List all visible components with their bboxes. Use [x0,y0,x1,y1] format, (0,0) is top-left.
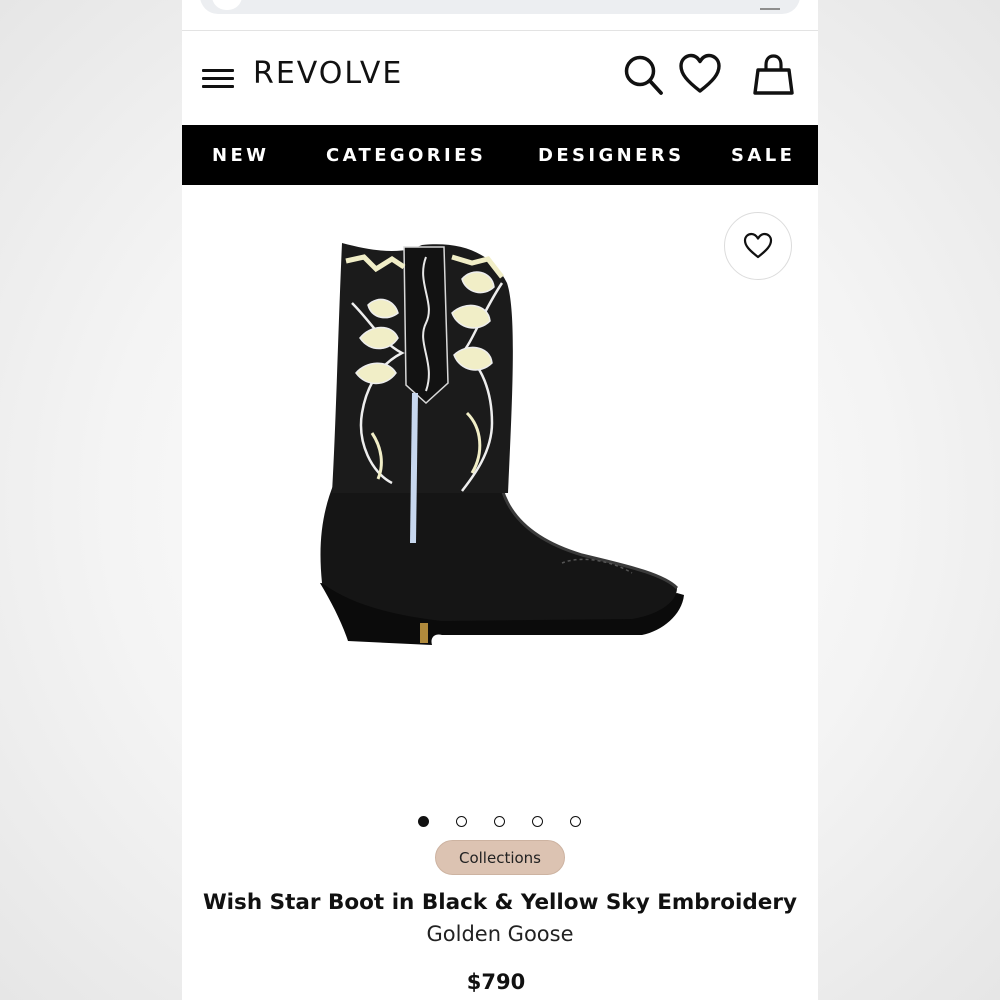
search-icon[interactable] [623,53,665,99]
browser-address-area [182,0,818,31]
nav-item-designers[interactable]: DESIGNERS [538,145,684,166]
product-price: $790 [466,970,526,994]
add-to-wishlist-button[interactable] [724,212,792,280]
phone-screen: REVOLVE NEW CATEGORIES DESIGNERS SALE Co… [182,0,818,1000]
product-brand-link[interactable]: Golden Goose [182,922,818,946]
address-bar-right-icon [760,2,780,10]
address-bar-left-icon [212,0,242,10]
site-logo[interactable]: REVOLVE [253,56,403,91]
address-bar[interactable] [200,0,800,14]
wishlist-heart-icon[interactable] [679,53,721,97]
carousel-dot-4[interactable] [532,816,543,827]
carousel-dot-1[interactable] [418,816,429,827]
carousel-dot-3[interactable] [494,816,505,827]
carousel-dot-5[interactable] [570,816,581,827]
main-navigation: NEW CATEGORIES DESIGNERS SALE [182,125,818,185]
nav-item-categories[interactable]: CATEGORIES [326,145,486,166]
image-carousel-indicators [182,816,818,832]
collections-badge[interactable]: Collections [435,840,565,875]
carousel-dot-2[interactable] [456,816,467,827]
heart-icon [743,232,773,259]
nav-item-sale[interactable]: SALE [731,145,795,166]
hamburger-menu-icon[interactable] [202,67,236,91]
product-image-gallery[interactable] [182,185,818,805]
product-title: Wish Star Boot in Black & Yellow Sky Emb… [202,890,798,915]
site-header: REVOLVE [182,31,818,125]
nav-item-new[interactable]: NEW [212,145,269,166]
product-image-boot [320,243,684,645]
shopping-bag-icon[interactable] [753,53,795,99]
